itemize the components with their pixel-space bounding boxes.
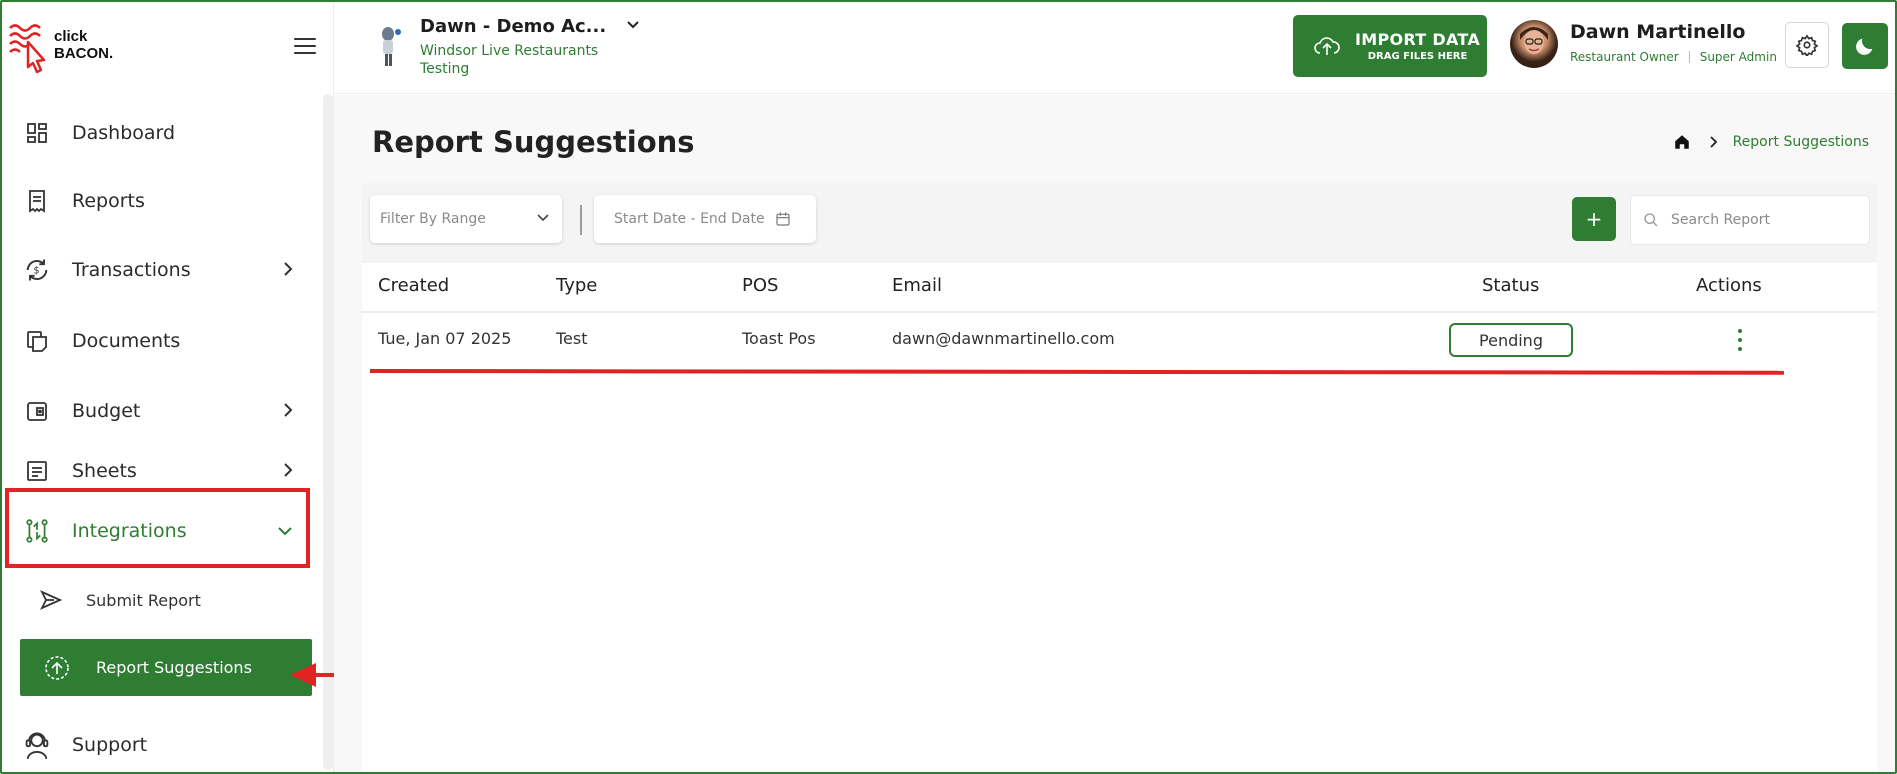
upload-circle-icon <box>42 653 72 683</box>
calendar-icon <box>775 211 791 227</box>
chevron-down-icon[interactable] <box>626 20 640 30</box>
hamburger-menu-icon[interactable] <box>294 38 316 56</box>
account-location: Windsor Live Restaurants Testing <box>420 43 599 77</box>
documents-icon <box>22 326 52 356</box>
user-role-label: Restaurant Owner <box>1570 50 1679 64</box>
sidebar-item-label: Transactions <box>72 259 191 281</box>
sidebar-item-label: Dashboard <box>72 122 176 144</box>
sidebar-subitem-report-suggestions[interactable]: Report Suggestions <box>20 639 312 696</box>
more-actions-icon[interactable] <box>1734 329 1746 351</box>
sidebar-item-label: Reports <box>72 190 145 212</box>
chevron-down-icon <box>537 214 549 222</box>
column-header-status[interactable]: Status <box>1482 275 1539 296</box>
chevron-right-icon <box>284 403 293 417</box>
date-range-placeholder: Start Date - End Date <box>614 211 765 227</box>
toolbar-divider <box>580 205 582 235</box>
breadcrumb-current[interactable]: Report Suggestions <box>1733 134 1869 150</box>
cloud-upload-icon <box>1313 35 1341 57</box>
cell-created: Tue, Jan 07 2025 <box>378 329 512 348</box>
sidebar-item-label: Budget <box>72 400 141 422</box>
gear-icon <box>1796 34 1818 56</box>
filter-range-select[interactable]: Filter By Range <box>370 195 562 243</box>
search-input[interactable] <box>1671 212 1851 228</box>
cell-email: dawn@dawnmartinello.com <box>892 329 1115 348</box>
table-header: Created Type POS Email Status Actions <box>362 263 1877 313</box>
sidebar-item-transactions[interactable]: $ Transactions <box>20 247 316 293</box>
sidebar-item-dashboard[interactable]: Dashboard <box>20 110 316 156</box>
search-icon <box>1644 213 1658 227</box>
sidebar-subitem-label: Report Suggestions <box>96 658 252 677</box>
sheets-icon <box>22 456 52 486</box>
column-header-type[interactable]: Type <box>556 275 597 296</box>
brand-line2: BACON. <box>54 45 114 62</box>
add-report-button[interactable]: + <box>1572 197 1616 241</box>
role-divider <box>1688 51 1690 63</box>
sidebar-item-label: Support <box>72 734 148 756</box>
import-data-label: IMPORT DATA <box>1355 30 1481 49</box>
column-header-pos[interactable]: POS <box>742 275 778 296</box>
dashboard-icon <box>22 118 52 148</box>
reports-icon <box>22 186 52 216</box>
column-header-created[interactable]: Created <box>378 275 449 296</box>
cell-type: Test <box>556 329 588 348</box>
import-data-sublabel: DRAG FILES HERE <box>1367 51 1468 62</box>
brand-logo[interactable]: click BACON. <box>8 20 148 76</box>
home-icon[interactable] <box>1673 133 1691 151</box>
sidebar-item-label: Documents <box>72 330 181 352</box>
annotation-highlight-box <box>5 488 310 568</box>
cell-pos: Toast Pos <box>742 329 816 348</box>
sidebar-item-documents[interactable]: Documents <box>20 318 316 364</box>
chevron-right-icon <box>284 262 293 276</box>
settings-button[interactable] <box>1785 22 1829 68</box>
budget-icon <box>22 396 52 426</box>
column-header-email[interactable]: Email <box>892 275 942 296</box>
sidebar-item-support[interactable]: Support <box>20 722 316 768</box>
theme-toggle-button[interactable] <box>1842 23 1888 69</box>
column-header-actions: Actions <box>1696 275 1762 296</box>
search-field[interactable] <box>1630 195 1870 245</box>
page-title: Report Suggestions <box>372 125 695 159</box>
sidebar-item-label: Sheets <box>72 460 137 482</box>
user-name[interactable]: Dawn Martinello <box>1570 21 1745 43</box>
top-header: Dawn - Demo Ac... Windsor Live Restauran… <box>334 2 1895 94</box>
status-badge: Pending <box>1449 323 1573 357</box>
brand-line1: click <box>54 28 88 45</box>
import-data-button[interactable]: IMPORT DATA DRAG FILES HERE <box>1293 15 1487 77</box>
table-row[interactable]: Tue, Jan 07 2025 Test Toast Pos dawn@daw… <box>362 313 1877 369</box>
bacon-logo-icon <box>9 24 46 74</box>
user-level-label: Super Admin <box>1699 50 1777 64</box>
moon-icon <box>1856 38 1873 55</box>
send-icon <box>38 587 64 613</box>
sidebar-item-budget[interactable]: Budget <box>20 388 316 434</box>
transactions-icon: $ <box>22 255 52 285</box>
sidebar: click BACON. Dashboard Reports $ Transac… <box>2 2 538 772</box>
date-range-field[interactable]: Start Date - End Date <box>594 195 816 243</box>
user-role: Restaurant Owner Super Admin <box>1570 50 1777 64</box>
account-name[interactable]: Dawn - Demo Ac... <box>420 16 606 37</box>
report-table-card: Filter By Range Start Date - End Date + … <box>362 183 1877 772</box>
account-avatar[interactable] <box>374 22 404 72</box>
chevron-right-icon <box>284 463 293 477</box>
svg-text:$: $ <box>34 266 40 277</box>
breadcrumb: Report Suggestions <box>1673 133 1869 151</box>
sidebar-subitem-submit-report[interactable]: Submit Report <box>38 580 201 620</box>
filter-range-placeholder: Filter By Range <box>380 211 486 227</box>
chevron-right-icon <box>1709 135 1719 149</box>
table-toolbar: Filter By Range Start Date - End Date + <box>362 183 1877 263</box>
sidebar-item-reports[interactable]: Reports <box>20 178 316 224</box>
sidebar-subitem-label: Submit Report <box>86 590 201 610</box>
support-icon <box>22 730 52 760</box>
user-avatar[interactable] <box>1510 20 1558 68</box>
annotation-underline <box>369 369 1785 375</box>
main-content: Report Suggestions Report Suggestions Fi… <box>334 95 1895 772</box>
